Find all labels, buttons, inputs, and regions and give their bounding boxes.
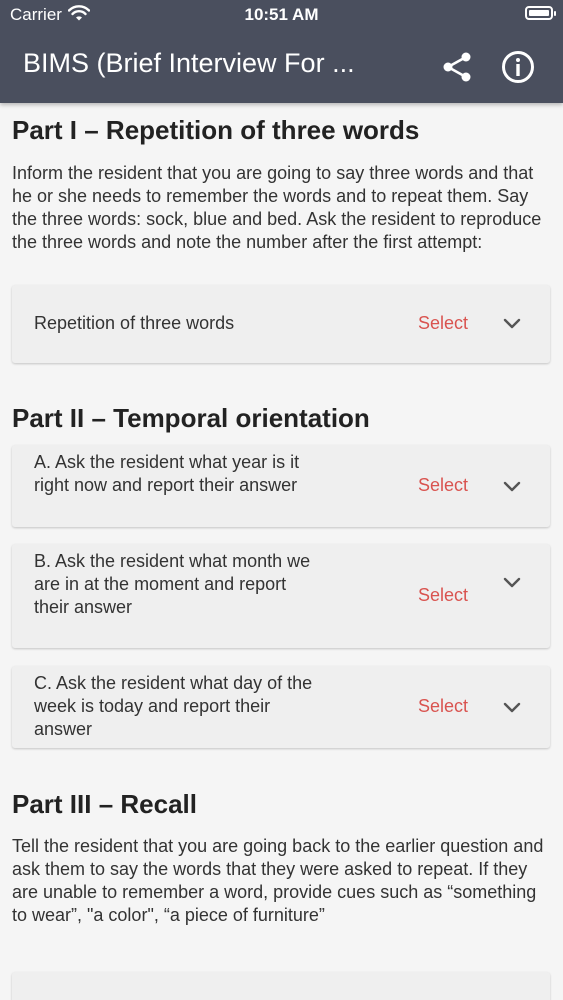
question-year-dropdown[interactable]: A. Ask the resident what year is it righ… <box>12 445 550 527</box>
form-content[interactable]: Part I – Repetition of three words Infor… <box>0 103 563 1000</box>
chevron-down-icon <box>503 481 521 492</box>
chevron-down-icon <box>503 318 521 329</box>
section-title-part-3: Part III – Recall <box>12 789 197 819</box>
section-description-part-3: Tell the resident that you are going bac… <box>12 836 544 925</box>
battery-level <box>529 10 549 16</box>
question-label: C. Ask the resident what day of the week… <box>34 673 313 739</box>
info-icon[interactable] <box>500 49 536 85</box>
question-label: Repetition of three words <box>34 313 235 333</box>
app-header: Carrier 10:51 AM BIMS (Brief Interview F… <box>0 0 563 103</box>
question-day-dropdown[interactable]: C. Ask the resident what day of the week… <box>12 666 550 748</box>
page-title: BIMS (Brief Interview For ... <box>23 48 355 78</box>
question-label: B. Ask the resident what month we are in… <box>34 551 311 617</box>
share-icon[interactable] <box>440 50 474 84</box>
question-select-value: Select <box>418 475 469 495</box>
question-repetition-dropdown[interactable]: Repetition of three words Select <box>12 285 550 363</box>
battery-icon <box>525 6 556 20</box>
question-select-value: Select <box>418 313 469 333</box>
question-select-value: Select <box>418 696 469 716</box>
question-label: A. Ask the resident what year is it righ… <box>34 452 300 495</box>
chevron-down-icon <box>503 702 521 713</box>
question-month-dropdown[interactable]: B. Ask the resident what month we are in… <box>12 544 550 648</box>
question-select-value: Select <box>418 585 469 605</box>
status-bar: Carrier 10:51 AM <box>0 0 563 30</box>
section-title-part-2: Part II – Temporal orientation <box>12 403 370 433</box>
clock: 10:51 AM <box>244 5 319 24</box>
recall-card[interactable] <box>12 972 550 1000</box>
section-title-part-1: Part I – Repetition of three words <box>12 115 420 145</box>
chevron-down-icon <box>503 577 521 588</box>
section-description-part-1: Inform the resident that you are going t… <box>12 163 542 252</box>
